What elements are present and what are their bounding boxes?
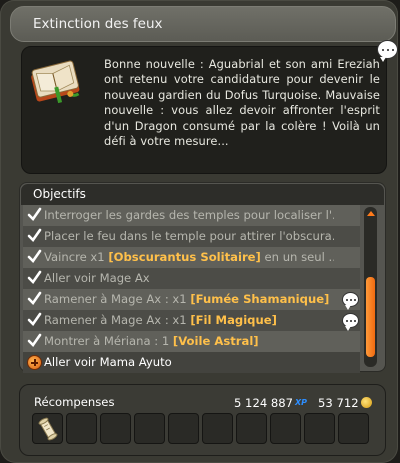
kamas-value: 53 712 xyxy=(318,396,359,410)
check-icon xyxy=(27,249,42,264)
rewards-label: Récompenses xyxy=(34,395,115,409)
objective-row[interactable]: Aller voir Mage Ax xyxy=(23,268,360,289)
xp-value: 5 124 887 xyxy=(234,396,294,410)
scrollbar-thumb[interactable] xyxy=(366,277,375,357)
objective-row-current[interactable]: Aller voir Mama Ayuto xyxy=(23,352,360,373)
dialog-bubble-icon[interactable] xyxy=(342,313,359,331)
title-bar[interactable]: Extinction des feux xyxy=(10,6,396,42)
check-icon xyxy=(27,207,42,222)
reward-slot[interactable] xyxy=(32,413,63,444)
quest-description-text: Bonne nouvelle : Aguabrial et son ami Er… xyxy=(104,57,380,149)
quest-title: Extinction des feux xyxy=(33,16,163,32)
reward-slot[interactable] xyxy=(66,413,97,444)
quest-book-icon xyxy=(31,60,80,104)
objectives-scrollbar[interactable] xyxy=(364,207,377,367)
objective-row[interactable]: Ramener à Mage Ax : x1 [Fil Magique] xyxy=(23,310,360,331)
check-icon xyxy=(27,333,42,348)
xp-icon: XP xyxy=(295,398,308,407)
objectives-panel: Objectifs Interroger les gardes des temp… xyxy=(19,182,386,373)
objective-row[interactable]: Vaincre x1 [Obscurantus Solitaire] en un… xyxy=(23,247,360,268)
check-icon xyxy=(27,312,42,327)
quest-description-panel: Bonne nouvelle : Aguabrial et son ami Er… xyxy=(21,46,387,174)
reward-slot[interactable] xyxy=(202,413,233,444)
objective-text: Interroger les gardes des temples pour l… xyxy=(44,208,334,222)
objective-highlight[interactable]: [Voile Astral] xyxy=(173,334,259,348)
objective-text: Ramener à Mage Ax : x1 [Fumée Shamanique… xyxy=(44,292,330,306)
scroll-icon xyxy=(38,417,58,441)
scroll-up-arrow-icon[interactable] xyxy=(367,211,375,216)
check-icon xyxy=(27,228,42,243)
objective-text: Placer le feu dans le temple pour attire… xyxy=(44,229,334,243)
current-objective-icon xyxy=(27,355,42,370)
reward-slot[interactable] xyxy=(134,413,165,444)
objective-text: Montrer à Mériana : 1 [Voile Astral] xyxy=(44,334,259,348)
objectives-list: Interroger les gardes des temples pour l… xyxy=(23,205,360,373)
objectives-header: Objectifs xyxy=(21,184,384,205)
objective-row[interactable]: Interroger les gardes des temples pour l… xyxy=(23,205,360,226)
objective-highlight[interactable]: [Fumée Shamanique] xyxy=(190,292,329,306)
check-icon xyxy=(27,291,42,306)
objective-row[interactable]: Ramener à Mage Ax : x1 [Fumée Shamanique… xyxy=(23,289,360,310)
rewards-panel: Récompenses 5 124 887 XP 53 712 xyxy=(19,384,386,456)
objective-text: Aller voir Mama Ayuto xyxy=(44,355,172,369)
dialog-bubble-icon[interactable] xyxy=(342,292,359,310)
dialog-bubble-icon[interactable] xyxy=(377,40,398,62)
objective-row[interactable]: Montrer à Mériana : 1 [Voile Astral] xyxy=(23,331,360,352)
quest-window: Extinction des feux Bonne nouvelle : Agu… xyxy=(0,0,398,463)
reward-slot[interactable] xyxy=(270,413,301,444)
objective-highlight[interactable]: [Obscurantus Solitaire] xyxy=(108,250,261,264)
objective-text: Vaincre x1 [Obscurantus Solitaire] en un… xyxy=(44,250,334,264)
reward-slot[interactable] xyxy=(100,413,131,444)
reward-slot[interactable] xyxy=(168,413,199,444)
reward-slot[interactable] xyxy=(304,413,335,444)
objective-text: Aller voir Mage Ax xyxy=(44,271,150,285)
objective-highlight[interactable]: [Fil Magique] xyxy=(190,313,277,327)
kamas-icon xyxy=(361,397,372,408)
reward-slot[interactable] xyxy=(338,413,369,444)
objective-row[interactable]: Placer le feu dans le temple pour attire… xyxy=(23,226,360,247)
objectives-header-label: Objectifs xyxy=(33,187,86,201)
reward-slot[interactable] xyxy=(236,413,267,444)
objective-text: Ramener à Mage Ax : x1 [Fil Magique] xyxy=(44,313,277,327)
check-icon xyxy=(27,270,42,285)
